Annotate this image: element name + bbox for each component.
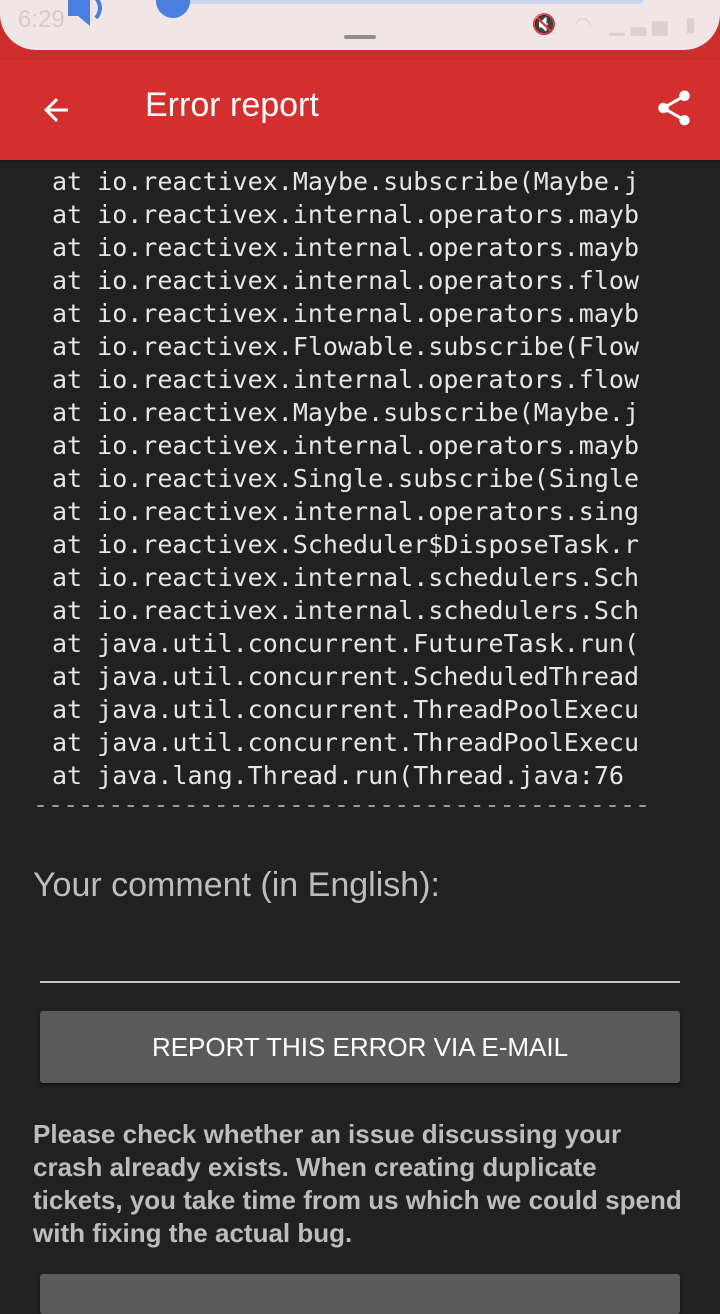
mute-icon: 🔇: [531, 14, 563, 36]
back-button[interactable]: [30, 84, 82, 136]
stack-trace-line: at java.util.concurrent.ThreadPoolExecu: [52, 695, 639, 724]
volume-panel[interactable]: 6:29 🔇 ◠ ▁▃▅ ▮: [0, 0, 720, 50]
share-icon: [658, 90, 690, 126]
speaker-icon[interactable]: [66, 0, 110, 33]
stack-trace-line: at io.reactivex.internal.operators.mayb: [52, 200, 639, 229]
wifi-icon: ◠: [574, 14, 598, 36]
stack-trace-line: at io.reactivex.internal.schedulers.Sch: [52, 596, 639, 625]
panel-drag-handle[interactable]: [344, 35, 376, 39]
share-button[interactable]: [646, 80, 702, 136]
stack-trace-line: at io.reactivex.Scheduler$DisposeTask.r: [52, 530, 639, 559]
stack-trace-line: at io.reactivex.internal.schedulers.Sch: [52, 563, 639, 592]
stack-trace-line: at io.reactivex.Single.subscribe(Single: [52, 464, 639, 493]
status-time: 6:29: [18, 6, 65, 33]
stack-trace-line: at io.reactivex.internal.operators.flow: [52, 266, 639, 295]
signal-icon: ▁▃▅: [609, 14, 674, 36]
status-icons: 🔇 ◠ ▁▃▅ ▮: [532, 12, 702, 37]
stack-trace-line: at io.reactivex.internal.operators.sing: [52, 497, 639, 526]
comment-field[interactable]: [40, 935, 680, 983]
secondary-button[interactable]: [40, 1274, 680, 1314]
stack-trace-line: at io.reactivex.internal.operators.mayb: [52, 299, 639, 328]
stack-trace-line: at io.reactivex.Maybe.subscribe(Maybe.j: [52, 167, 639, 196]
report-button-label: REPORT THIS ERROR VIA E-MAIL: [151, 1031, 569, 1062]
status-bar: 6:29 🔇 ◠ ▁▃▅ ▮: [0, 0, 720, 60]
trace-divider: ----------------------------------------…: [33, 790, 651, 819]
volume-slider-track[interactable]: [172, 0, 644, 4]
report-via-email-button[interactable]: REPORT THIS ERROR VIA E-MAIL: [40, 1011, 680, 1083]
stack-trace-line: at java.util.concurrent.ThreadPoolExecu: [52, 728, 639, 757]
battery-icon: ▮: [684, 14, 702, 36]
stack-trace-line: at java.util.concurrent.FutureTask.run(: [52, 629, 639, 658]
stack-trace-line: at io.reactivex.internal.operators.flow: [52, 365, 639, 394]
stack-trace: at io.reactivex.Maybe.subscribe(Maybe.j …: [0, 160, 720, 820]
app-bar: Error report: [0, 60, 720, 160]
stack-trace-line: at io.reactivex.internal.operators.mayb: [52, 233, 639, 262]
page-title: Error report: [145, 86, 319, 124]
stack-trace-line: at io.reactivex.Maybe.subscribe(Maybe.j: [52, 398, 639, 427]
stack-trace-line: at io.reactivex.internal.operators.mayb: [52, 431, 639, 460]
stack-trace-line: at java.util.concurrent.ScheduledThread: [52, 662, 639, 691]
volume-slider-thumb[interactable]: [156, 0, 190, 18]
arrow-back-icon: [44, 98, 68, 122]
comment-label: Your comment (in English):: [33, 866, 440, 904]
duplicate-notice: Please check whether an issue discussing…: [33, 1119, 682, 1248]
stack-trace-line: at io.reactivex.Flowable.subscribe(Flow: [52, 332, 639, 361]
